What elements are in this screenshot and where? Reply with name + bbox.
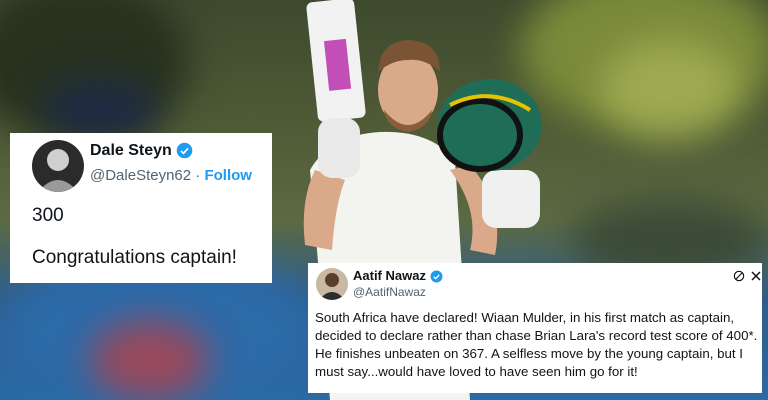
verified-badge-icon — [430, 270, 443, 283]
close-icon[interactable] — [750, 270, 762, 282]
tweet-line-1: 300 — [32, 205, 64, 226]
tweet-line-2: Congratulations captain! — [32, 247, 237, 268]
verified-badge-icon — [176, 142, 193, 159]
avatar[interactable] — [316, 268, 348, 300]
handle[interactable]: @AatifNawaz — [353, 285, 426, 299]
share-icon[interactable] — [732, 269, 746, 283]
display-name[interactable]: Aatif Nawaz — [353, 268, 443, 283]
separator: · — [195, 167, 201, 184]
avatar[interactable] — [32, 140, 84, 192]
tweet-card-nawaz[interactable]: Aatif Nawaz @AatifNawaz South Africa hav… — [308, 263, 762, 393]
display-name[interactable]: Dale Steyn — [90, 142, 193, 160]
tweet-body: South Africa have declared! Wiaan Mulder… — [315, 310, 758, 379]
tweet-card-steyn[interactable]: Dale Steyn @DaleSteyn62 · Follow 300 Con… — [10, 133, 272, 283]
avatar-portrait-icon — [38, 149, 78, 192]
handle[interactable]: @DaleSteyn62 — [90, 167, 191, 184]
handle-row: @DaleSteyn62 · Follow — [90, 167, 252, 184]
follow-button[interactable]: Follow — [204, 167, 252, 184]
avatar-portrait-icon — [319, 273, 345, 300]
